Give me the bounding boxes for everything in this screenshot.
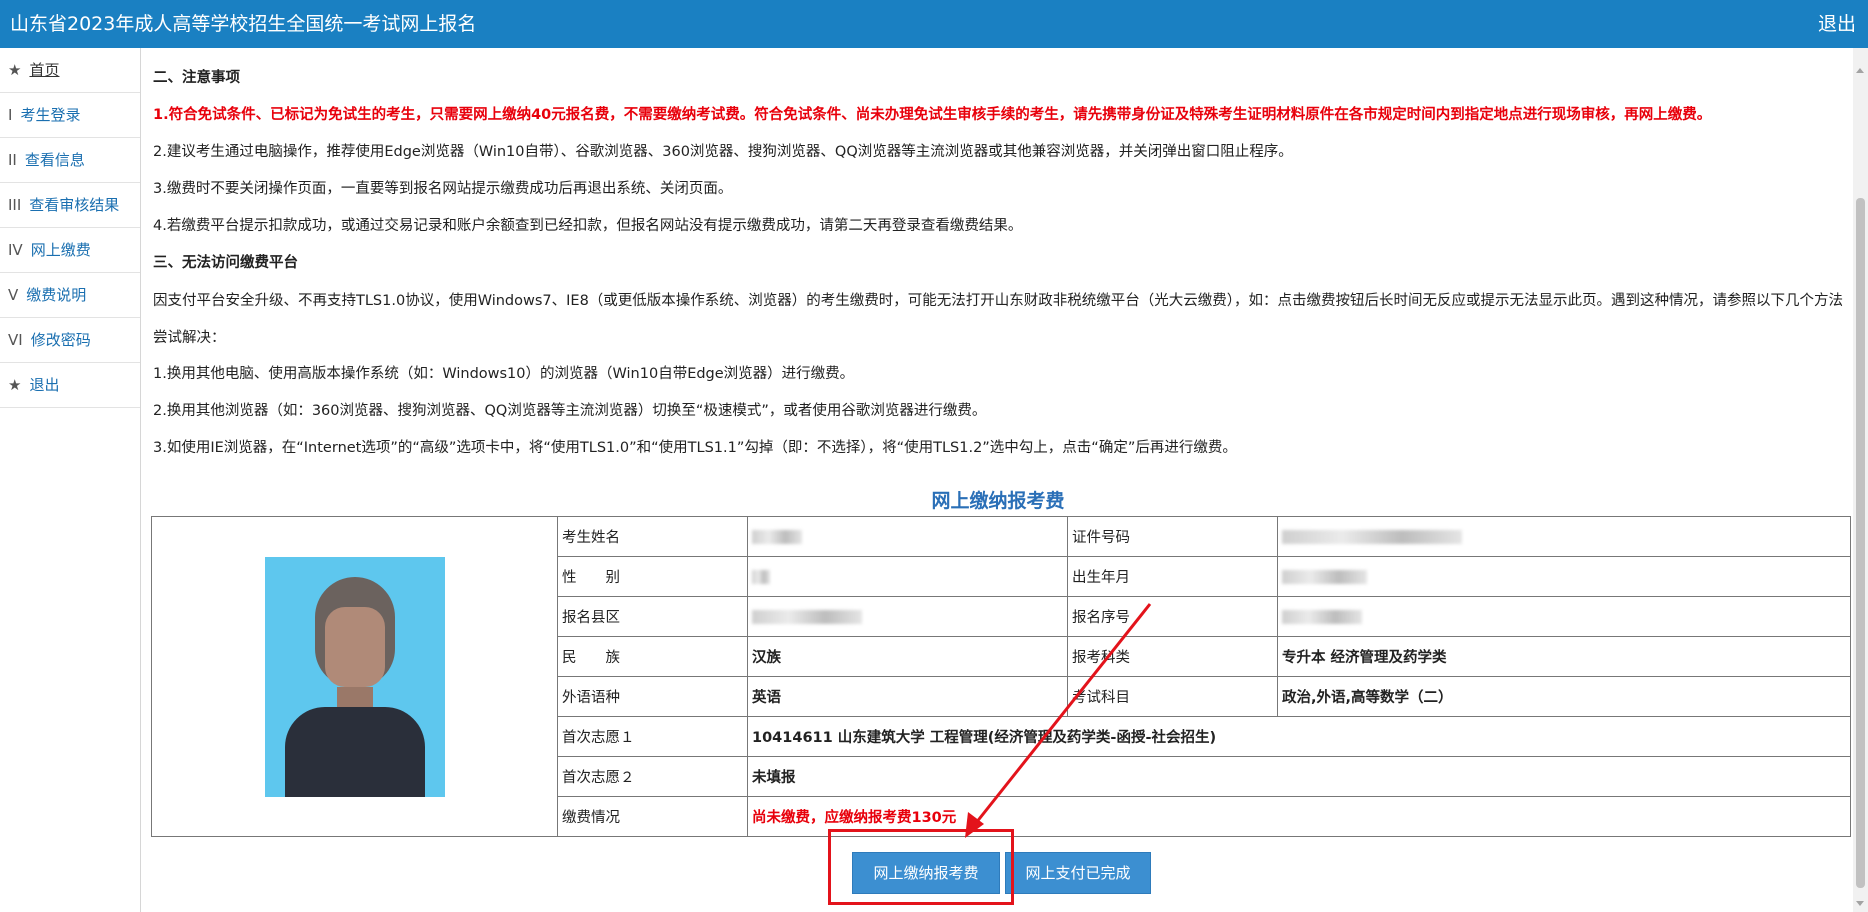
payment-section-title: 网上缴纳报考费 <box>931 490 1065 512</box>
value-subjects: 政治,外语,高等数学（二） <box>1277 676 1851 717</box>
notice-heading: 二、注意事项 <box>153 70 240 86</box>
notice-item-browser: 2.建议考生通过电脑操作，推荐使用Edge浏览器（Win10自带）、谷歌浏览器、… <box>153 144 1293 160</box>
sidebar-item-label: 考生登录 <box>20 106 81 124</box>
roman-numeral-mark: III <box>8 196 22 214</box>
roman-numeral-mark: IV <box>8 241 23 259</box>
roman-numeral-mark: V <box>8 286 19 304</box>
label-pay-status: 缴费情况 <box>557 796 748 837</box>
value-gender-redacted <box>747 556 1068 597</box>
value-language: 英语 <box>747 676 1068 717</box>
scrollbar-thumb[interactable] <box>1856 198 1865 888</box>
value-serial-redacted <box>1277 596 1851 637</box>
sidebar-item-payment-guide[interactable]: V 缴费说明 <box>0 273 140 318</box>
sidebar-item-label: 网上缴费 <box>30 241 91 259</box>
scroll-down-icon[interactable] <box>1856 901 1864 906</box>
redacted-text <box>1282 529 1462 544</box>
value-ethnicity: 汉族 <box>747 636 1068 677</box>
sidebar-item-view-info[interactable]: II 查看信息 <box>0 138 140 183</box>
label-language: 外语语种 <box>557 676 748 717</box>
table-row: 考生姓名 证件号码 <box>151 516 1851 837</box>
payment-completed-button[interactable]: 网上支付已完成 <box>1005 852 1151 894</box>
label-choice1: 首次志愿１ <box>557 716 748 757</box>
sidebar-item-label: 缴费说明 <box>26 286 87 304</box>
value-id-no-redacted <box>1277 516 1851 557</box>
redacted-text <box>752 569 770 584</box>
photo-cell <box>151 516 558 837</box>
solution-2: 2.换用其他浏览器（如：360浏览器、搜狗浏览器、QQ浏览器等主流浏览器）切换至… <box>153 403 987 419</box>
photo-body <box>284 706 425 797</box>
page-title: 山东省2023年成人高等学校招生全国统一考试网上报名 <box>10 13 477 35</box>
label-subjects: 考试科目 <box>1067 676 1278 717</box>
notice-item-keep-page: 3.缴费时不要关闭操作页面，一直要等到报名网站提示缴费成功后再退出系统、关闭页面… <box>153 181 733 197</box>
sidebar-item-label: 查看信息 <box>24 151 85 169</box>
value-choice2: 未填报 <box>747 756 1851 797</box>
candidate-photo <box>264 556 445 797</box>
label-ethnicity: 民 族 <box>557 636 748 677</box>
value-name-redacted <box>747 516 1068 557</box>
sidebar-item-label: 查看审核结果 <box>29 196 120 214</box>
label-serial: 报名序号 <box>1067 596 1278 637</box>
solution-3: 3.如使用IE浏览器，在“Internet选项”的“高级”选项卡中，将“使用TL… <box>153 440 1237 456</box>
notice-item-exempt: 1.符合免试条件、已标记为免试生的考生，只需要网上缴纳40元报名费，不需要缴纳考… <box>153 107 1712 123</box>
redacted-text <box>752 529 802 544</box>
redacted-text <box>1282 609 1362 624</box>
sidebar-item-home[interactable]: ★ 首页 <box>0 48 140 93</box>
star-icon: ★ <box>8 376 22 394</box>
star-icon: ★ <box>8 61 22 79</box>
label-gender: 性 别 <box>557 556 748 597</box>
label-county: 报名县区 <box>557 596 748 637</box>
notice-item-deducted: 4.若缴费平台提示扣款成功，或通过交易记录和账户余额查到已经扣款，但报名网站没有… <box>153 218 1023 234</box>
sidebar-item-label: 首页 <box>29 61 60 79</box>
photo-face <box>324 606 385 687</box>
logout-link[interactable]: 退出 <box>1818 12 1856 36</box>
label-id-no: 证件号码 <box>1067 516 1278 557</box>
main-content: 二、注意事项 1.符合免试条件、已标记为免试生的考生，只需要网上缴纳40元报名费… <box>143 48 1853 912</box>
sidebar-item-review-result[interactable]: III 查看审核结果 <box>0 183 140 228</box>
label-category: 报考科类 <box>1067 636 1278 677</box>
value-county-redacted <box>747 596 1068 637</box>
value-birth-redacted <box>1277 556 1851 597</box>
solution-1: 1.换用其他电脑、使用高版本操作系统（如：Windows10）的浏览器（Win1… <box>153 366 855 382</box>
sidebar-item-logout[interactable]: ★ 退出 <box>0 363 140 408</box>
sidebar-item-online-payment[interactable]: IV 网上缴费 <box>0 228 140 273</box>
sidebar-item-label: 修改密码 <box>30 331 91 349</box>
label-choice2: 首次志愿２ <box>557 756 748 797</box>
roman-numeral-mark: I <box>8 106 13 124</box>
value-category: 专升本 经济管理及药学类 <box>1277 636 1851 677</box>
notice-access-paragraph: 因支付平台安全升级、不再支持TLS1.0协议，使用Windows7、IE8（或更… <box>153 293 1844 346</box>
scroll-up-icon[interactable] <box>1856 68 1864 73</box>
roman-numeral-mark: VI <box>8 331 23 349</box>
redacted-text <box>752 609 862 624</box>
sidebar: ★ 首页 I 考生登录 II 查看信息 III 查看审核结果 IV 网上缴费 V 缴费说明 … <box>0 48 141 912</box>
annotation-highlight-box <box>828 829 1014 905</box>
value-choice1: 10414611 山东建筑大学 工程管理(经济管理及药学类-函授-社会招生) <box>747 716 1851 757</box>
label-name: 考生姓名 <box>557 516 748 557</box>
vertical-scrollbar[interactable] <box>1853 48 1868 912</box>
sidebar-item-label: 退出 <box>29 376 60 394</box>
roman-numeral-mark: II <box>8 151 17 169</box>
label-birth: 出生年月 <box>1067 556 1278 597</box>
sidebar-item-change-password[interactable]: VI 修改密码 <box>0 318 140 363</box>
sidebar-item-login[interactable]: I 考生登录 <box>0 93 140 138</box>
top-header: 山东省2023年成人高等学校招生全国统一考试网上报名 退出 <box>0 0 1868 48</box>
candidate-info-table: 考生姓名 证件号码 性 别 出生年月 报名县区 报名序号 民 族 汉族 报考科类… <box>151 516 1851 837</box>
redacted-text <box>1282 569 1367 584</box>
notice-heading-access: 三、无法访问缴费平台 <box>153 255 298 271</box>
